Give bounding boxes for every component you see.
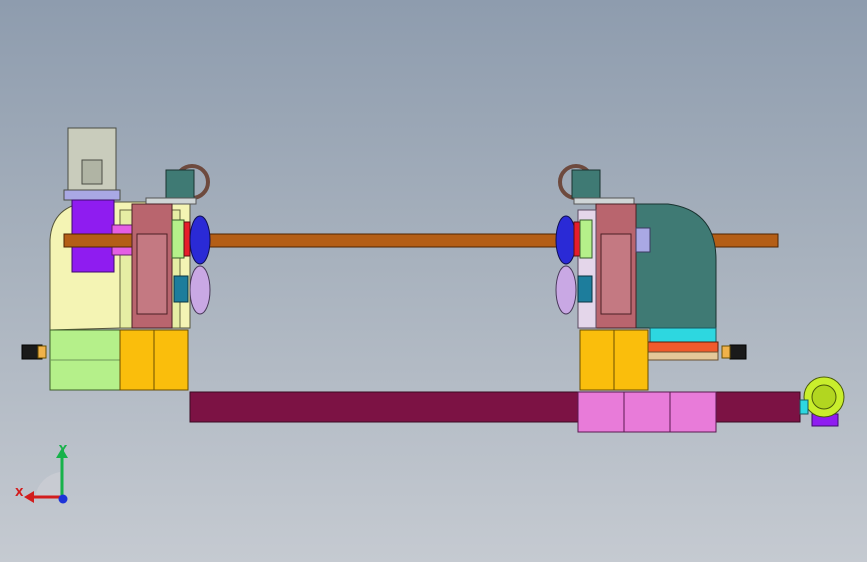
right-lower-roller-teal [577,275,593,303]
right-pink-block-2[interactable] [623,391,671,433]
triad-arc-shading [35,472,60,497]
left-top-plate [145,197,197,205]
end-motor-coupling [799,399,809,415]
left-yellow-block-2[interactable] [153,329,189,391]
triad-y-label: Y [59,443,67,456]
right-end-connector-tip [721,345,731,359]
left-lower-roller[interactable] [189,265,211,315]
triad-x-label: X [15,486,24,499]
machine-assembly[interactable] [0,0,867,562]
left-lower-roller-teal [173,275,189,303]
left-motor-flange [63,189,121,201]
triad-x-arrowhead [24,491,34,503]
cad-viewport[interactable]: Y X [0,0,867,562]
right-top-gear-unit[interactable] [571,169,601,199]
left-top-gear-unit[interactable] [165,169,195,199]
left-end-connector-tip [37,345,47,359]
left-upper-roller-red [183,221,191,257]
right-pink-block-3[interactable] [669,391,717,433]
left-upper-roller-green [171,219,185,259]
right-pink-block-1[interactable] [577,391,625,433]
right-top-plate [573,197,635,205]
right-upper-roller-green [579,219,593,259]
right-upper-roller[interactable] [555,215,577,265]
left-yellow-block-1[interactable] [119,329,155,391]
triad-z-axis [58,494,68,504]
right-orange-slider[interactable] [645,341,719,353]
right-beige-rail [645,351,719,361]
end-drive-motor-inner [811,384,837,410]
right-yellow-block-1[interactable] [579,329,615,391]
right-yellow-block-2[interactable] [613,329,649,391]
left-upper-roller[interactable] [189,215,211,265]
right-end-connector[interactable] [729,344,747,360]
right-housing[interactable] [635,203,717,329]
right-upper-roller-red [573,221,581,257]
right-shaft-collar [635,227,651,253]
right-support-block-inner [600,233,632,315]
left-motor-terminal-box [81,159,103,185]
coordinate-triad [24,448,68,504]
left-support-block-inner [136,233,168,315]
right-cyan-plate [649,327,717,343]
right-lower-roller[interactable] [555,265,577,315]
